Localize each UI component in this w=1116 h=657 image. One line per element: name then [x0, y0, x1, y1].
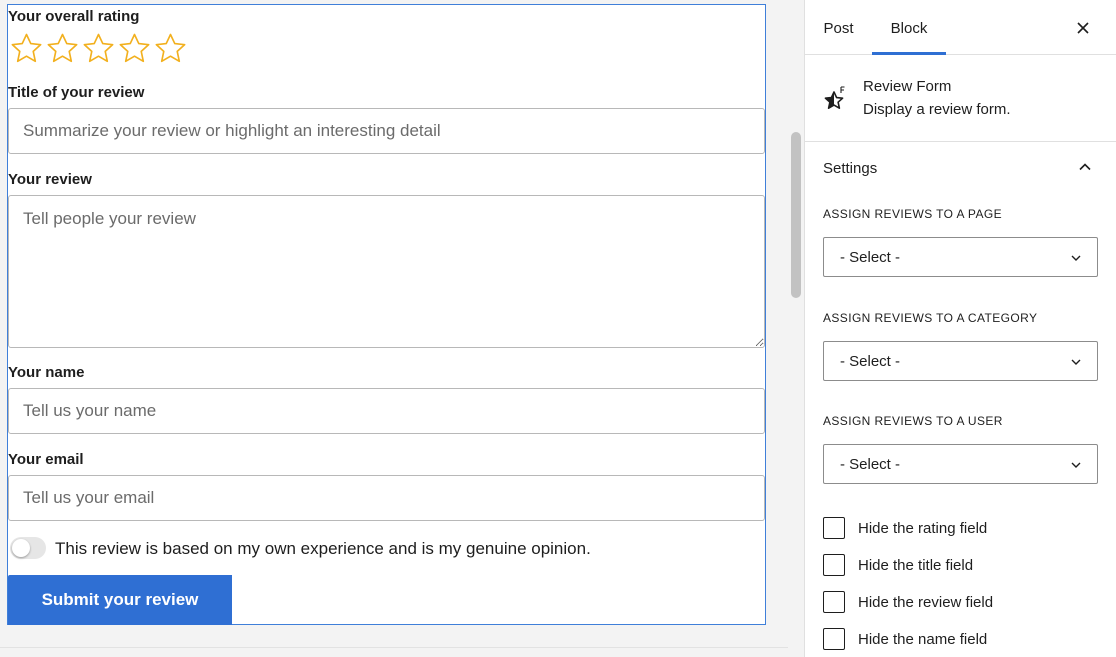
assign-page-select[interactable]: - Select -: [823, 237, 1098, 277]
star-icon[interactable]: [46, 32, 79, 65]
star-icon[interactable]: [10, 32, 43, 65]
title-label: Title of your review: [8, 84, 145, 101]
review-textarea[interactable]: [8, 195, 765, 348]
assign-category-label: ASSIGN REVIEWS TO A CATEGORY: [823, 311, 1038, 325]
divider: [0, 647, 788, 648]
consent-text: This review is based on my own experienc…: [55, 539, 591, 558]
settings-sidebar: Post Block Review Form Display a review …: [804, 0, 1116, 657]
review-title-input[interactable]: [8, 108, 765, 154]
star-icon[interactable]: [118, 32, 151, 65]
star-icon[interactable]: [82, 32, 115, 65]
close-icon: [1077, 22, 1089, 34]
scrollbar-track[interactable]: [788, 0, 804, 657]
hide-name-checkbox[interactable]: [823, 628, 845, 650]
chevron-down-icon: [1071, 462, 1081, 468]
name-label: Your name: [8, 364, 85, 381]
tab-post[interactable]: Post: [805, 0, 872, 55]
consent-toggle[interactable]: [10, 537, 46, 559]
tab-block[interactable]: Block: [872, 0, 946, 55]
review-form-block[interactable]: Your overall rating Title of your review…: [7, 4, 766, 625]
sidebar-tabs: Post Block: [805, 0, 1116, 55]
block-card: Review Form Display a review form.: [805, 56, 1116, 142]
hide-review-option[interactable]: Hide the review field: [823, 591, 1103, 615]
name-input[interactable]: [8, 388, 765, 434]
hide-rating-option[interactable]: Hide the rating field: [823, 517, 1103, 541]
select-value: - Select -: [840, 353, 901, 370]
assign-user-label: ASSIGN REVIEWS TO A USER: [823, 414, 1003, 428]
settings-panel-title[interactable]: Settings: [823, 160, 877, 177]
chevron-down-icon: [1071, 255, 1081, 261]
assign-user-select[interactable]: - Select -: [823, 444, 1098, 484]
hide-name-option[interactable]: Hide the name field: [823, 628, 1103, 652]
rating-label: Your overall rating: [8, 8, 140, 25]
hide-title-option[interactable]: Hide the title field: [823, 554, 1103, 578]
block-description: Display a review form.: [863, 101, 1011, 118]
block-title: Review Form: [863, 78, 952, 95]
email-label: Your email: [8, 451, 84, 468]
checkbox-label: Hide the rating field: [858, 520, 988, 537]
editor-canvas: Your overall rating Title of your review…: [0, 0, 788, 657]
checkbox-label: Hide the title field: [858, 557, 974, 574]
checkbox-label: Hide the review field: [858, 594, 994, 611]
chevron-down-icon: [1071, 359, 1081, 365]
hide-rating-checkbox[interactable]: [823, 517, 845, 539]
hide-review-checkbox[interactable]: [823, 591, 845, 613]
assign-category-select[interactable]: - Select -: [823, 341, 1098, 381]
select-value: - Select -: [840, 249, 901, 266]
scrollbar-thumb[interactable]: [791, 132, 801, 298]
email-input[interactable]: [8, 475, 765, 521]
close-sidebar-button[interactable]: [1071, 16, 1095, 40]
select-value: - Select -: [840, 456, 901, 473]
active-tab-indicator: [872, 52, 946, 55]
toggle-knob: [12, 539, 30, 557]
chevron-up-icon[interactable]: [1075, 157, 1095, 177]
checkbox-label: Hide the name field: [858, 631, 988, 648]
star-rating[interactable]: [10, 32, 187, 65]
hide-title-checkbox[interactable]: [823, 554, 845, 576]
assign-page-label: ASSIGN REVIEWS TO A PAGE: [823, 207, 1002, 221]
star-icon: [824, 86, 845, 110]
review-label: Your review: [8, 171, 92, 188]
star-icon[interactable]: [154, 32, 187, 65]
submit-review-button[interactable]: Submit your review: [8, 575, 232, 625]
